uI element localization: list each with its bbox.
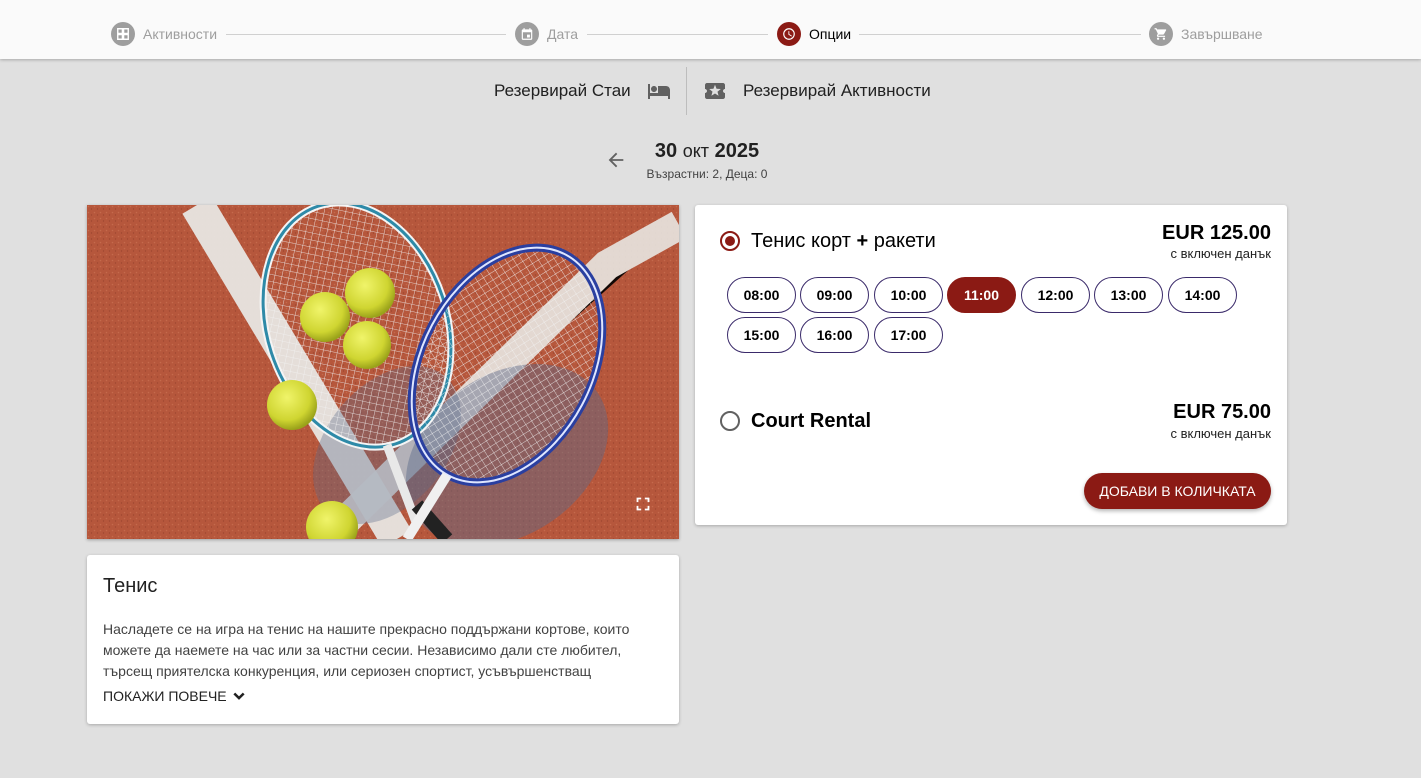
activity-title: Тенис	[103, 575, 158, 597]
step-label: Активности	[143, 26, 218, 42]
time-slot[interactable]: 16:00	[800, 317, 869, 353]
book-activities-label: Резервирай Активности	[743, 81, 931, 100]
time-slot[interactable]: 13:00	[1094, 277, 1163, 313]
time-slot[interactable]: 17:00	[874, 317, 943, 353]
step-label: Опции	[809, 26, 852, 42]
options-card: Тенис корт + ракети EUR 125.00 с включен…	[695, 205, 1287, 525]
chevron-down-icon	[227, 686, 249, 706]
time-slot-selected[interactable]: 11:00	[947, 277, 1016, 313]
option-name: Тенис корт + ракети	[751, 230, 936, 253]
step-label: Дата	[547, 26, 579, 42]
stepper: Активности Дата Опции Завършване	[0, 0, 1421, 59]
time-slot[interactable]: 08:00	[727, 277, 796, 313]
tennis-image	[87, 205, 679, 539]
show-more-label: Покажи повече	[103, 688, 227, 704]
option-price: EUR 75.00	[1173, 401, 1271, 423]
time-slot[interactable]: 14:00	[1168, 277, 1237, 313]
activity-description: Насладете се на игра на тенис на нашите …	[103, 621, 630, 679]
option-price: EUR 125.00	[1162, 222, 1271, 244]
stepper-connector	[587, 34, 768, 35]
option-name-part: Тенис корт	[751, 230, 851, 252]
guests-summary: Възрастни: 2, Деца: 0	[646, 167, 768, 181]
option-tax-note: с включен данък	[1170, 246, 1271, 261]
clock-icon	[777, 22, 801, 46]
step-date[interactable]: Дата	[515, 22, 578, 46]
book-activities-button[interactable]: Резервирай Активности	[703, 67, 931, 115]
step-checkout[interactable]: Завършване	[1149, 22, 1263, 46]
ticket-star-icon	[703, 79, 727, 103]
time-slot[interactable]: 12:00	[1021, 277, 1090, 313]
add-to-cart-button[interactable]: Добави в количката	[1084, 473, 1271, 509]
time-slot[interactable]: 15:00	[727, 317, 796, 353]
option-radio[interactable]	[720, 231, 740, 251]
activity-image	[87, 205, 679, 539]
activity-description-card: Тенис Насладете се на игра на тенис на н…	[87, 555, 679, 724]
calendar-icon	[515, 22, 539, 46]
option-tax-note: с включен данък	[1170, 426, 1271, 441]
book-rooms-label: Резервирай Стаи	[494, 81, 631, 100]
grid-icon	[111, 22, 135, 46]
cart-icon	[1149, 22, 1173, 46]
bed-icon	[647, 79, 671, 103]
option-name: Court Rental	[751, 410, 871, 432]
book-rooms-button[interactable]: Резервирай Стаи	[494, 67, 671, 115]
stepper-connector	[859, 34, 1141, 35]
time-slot[interactable]: 10:00	[874, 277, 943, 313]
step-activities[interactable]: Активности	[111, 22, 217, 46]
date-year: 2025	[714, 140, 760, 162]
option-name-plus: +	[856, 230, 869, 252]
fullscreen-button[interactable]	[632, 493, 654, 515]
date-day: 30	[654, 140, 678, 162]
toggle-divider	[686, 67, 687, 115]
step-options[interactable]: Опции	[777, 22, 851, 46]
option-radio[interactable]	[720, 411, 740, 431]
time-slot[interactable]: 09:00	[800, 277, 869, 313]
booking-type-toggle: Резервирай Стаи Резервирай Активности	[0, 67, 1421, 115]
step-label: Завършване	[1181, 26, 1263, 42]
selected-date: 30 окт 2025	[640, 140, 774, 163]
fullscreen-icon	[632, 493, 654, 515]
date-month: окт	[682, 141, 710, 161]
stepper-connector	[226, 34, 506, 35]
option-name-part: ракети	[873, 230, 936, 252]
show-more-button[interactable]: Покажи повече	[103, 686, 663, 706]
